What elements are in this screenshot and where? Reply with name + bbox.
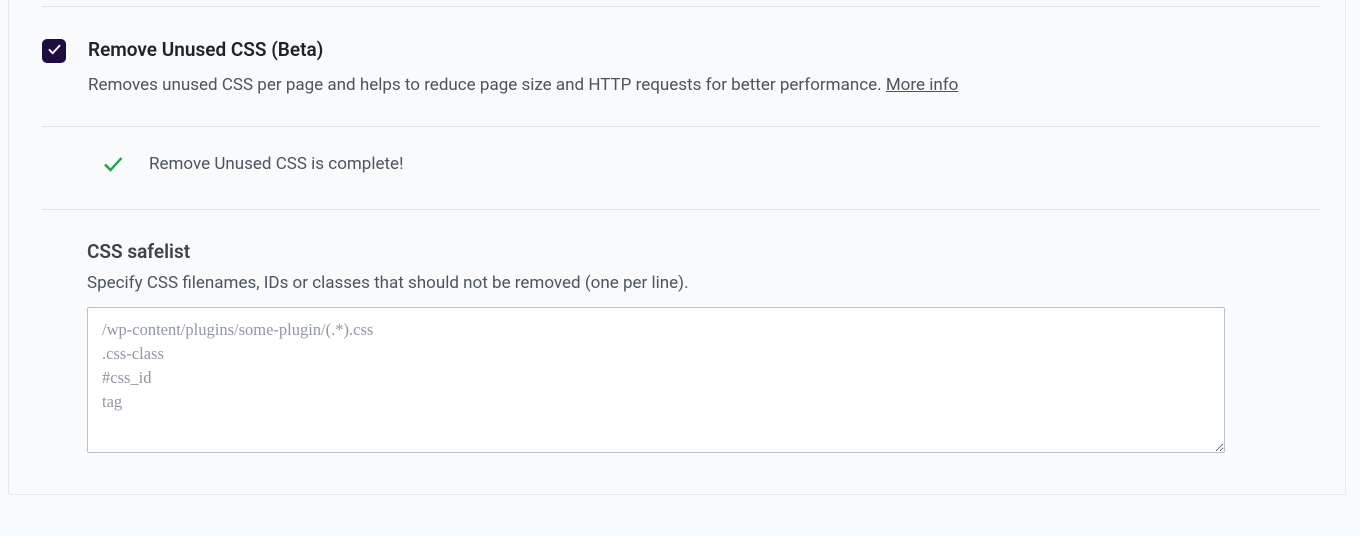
checkmark-icon [101,152,125,176]
remove-unused-css-description: Removes unused CSS per page and helps to… [88,73,958,98]
divider-1 [42,126,1321,127]
css-safelist-description: Specify CSS filenames, IDs or classes th… [87,273,1205,293]
remove-unused-css-checkbox[interactable] [42,39,66,63]
status-message: Remove Unused CSS is complete! [149,154,403,174]
css-safelist-title: CSS safelist [87,240,1205,263]
settings-panel: Remove Unused CSS (Beta) Removes unused … [0,0,1360,536]
remove-unused-css-option: Remove Unused CSS (Beta) Removes unused … [42,38,1321,97]
remove-unused-css-status: Remove Unused CSS is complete! [101,152,1321,176]
css-safelist-textarea[interactable] [87,307,1225,453]
check-icon [47,42,62,61]
more-info-link[interactable]: More info [886,75,959,95]
divider-2 [42,209,1321,210]
divider-top [42,6,1321,7]
remove-unused-css-text: Remove Unused CSS (Beta) Removes unused … [88,38,958,97]
remove-unused-css-description-text: Removes unused CSS per page and helps to… [88,75,886,95]
css-safelist-section: CSS safelist Specify CSS filenames, IDs … [87,240,1205,457]
settings-card: Remove Unused CSS (Beta) Removes unused … [8,0,1346,495]
remove-unused-css-title: Remove Unused CSS (Beta) [88,38,958,63]
